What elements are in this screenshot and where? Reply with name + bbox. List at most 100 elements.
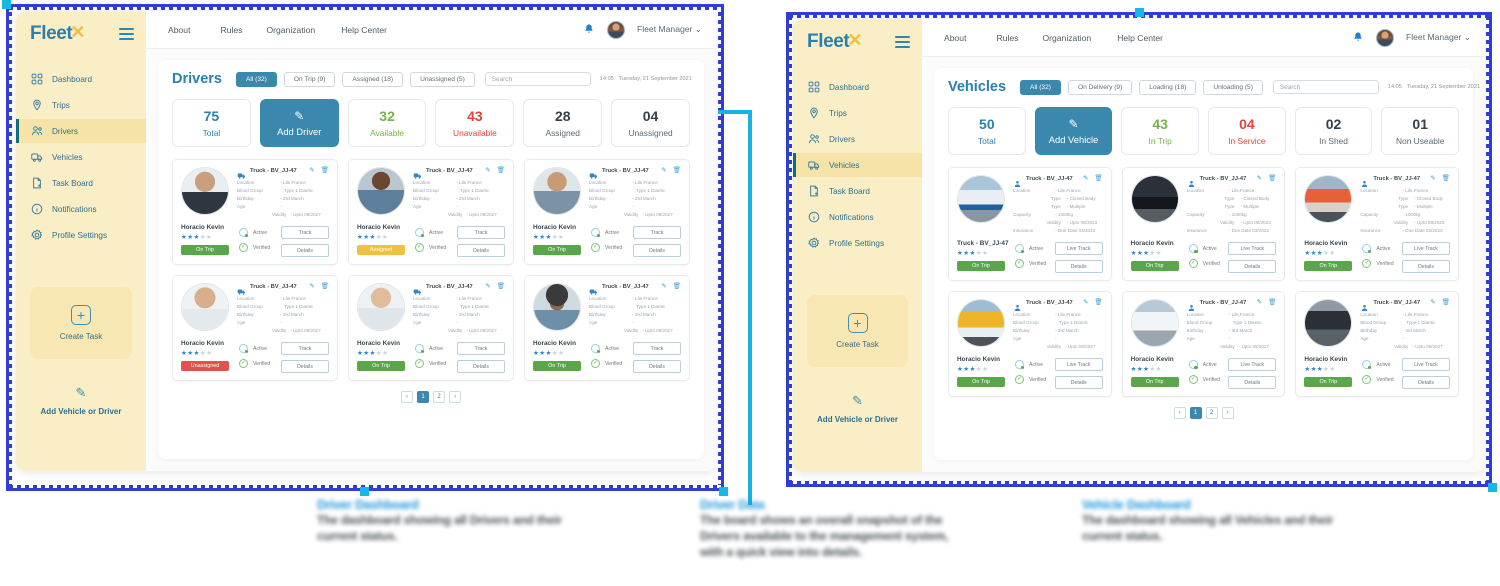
topnav-help-center[interactable]: Help Center	[1117, 33, 1187, 43]
stat-non-useable[interactable]: 01 Non Useable	[1381, 107, 1460, 155]
track-button[interactable]: Track	[457, 342, 505, 356]
edit-icon[interactable]: ✎	[1257, 299, 1262, 307]
track-button[interactable]: Track	[633, 342, 681, 356]
sidebar-item-drivers[interactable]: Drivers	[793, 127, 922, 151]
track-button[interactable]: Live Track	[1402, 242, 1450, 256]
pagination-next[interactable]: ›	[1221, 407, 1234, 420]
topnav-organization[interactable]: Organization	[1042, 33, 1117, 43]
stat-total[interactable]: 75 Total	[172, 99, 251, 147]
edit-icon[interactable]: ✎	[1430, 299, 1435, 307]
entity-card[interactable]: Truck - BV_JJ-47 ✎ 🗑 Location - Lile,France B…	[348, 159, 514, 266]
hamburger-menu-icon[interactable]	[895, 36, 910, 48]
entity-card[interactable]: Truck - BV_JJ-47 ✎ 🗑 Location - Lile,France T…	[948, 167, 1112, 282]
edit-icon[interactable]: ✎	[1083, 175, 1088, 183]
delete-icon[interactable]: 🗑	[673, 283, 681, 291]
pagination-prev[interactable]: ‹	[1173, 407, 1186, 420]
hamburger-menu-icon[interactable]	[119, 28, 134, 40]
sidebar-item-vehicles[interactable]: Vehicles	[793, 153, 922, 177]
logo[interactable]: Fleet✕	[30, 22, 85, 45]
topnav-about[interactable]: About	[944, 33, 996, 43]
pagination-prev[interactable]: ‹	[401, 391, 413, 404]
stat-available[interactable]: 32 Available	[347, 99, 427, 147]
resize-handle-right-bottom[interactable]	[1488, 483, 1497, 492]
pagination-next[interactable]: ›	[449, 391, 461, 404]
edit-icon[interactable]: ✎	[1257, 175, 1262, 183]
edit-icon[interactable]: ✎	[485, 167, 490, 175]
logo[interactable]: Fleet✕	[807, 30, 862, 53]
stat-in-trip[interactable]: 43 In Trip	[1121, 107, 1200, 155]
pagination-page-1[interactable]: 1	[417, 391, 429, 404]
avatar[interactable]	[606, 20, 625, 39]
edit-icon[interactable]: ✎	[661, 167, 666, 175]
stat-unassigned[interactable]: 04 Unassigned	[611, 99, 690, 147]
sidebar-item-profile-settings[interactable]: Profile Settings	[793, 231, 922, 255]
delete-icon[interactable]: 🗑	[673, 167, 681, 175]
chip-all[interactable]: All (32)	[235, 71, 277, 87]
entity-card[interactable]: Truck - BV_JJ-47 ✎ 🗑 Location - Lile,France B…	[948, 291, 1112, 398]
sidebar-item-dashboard[interactable]: Dashboard	[16, 67, 146, 91]
create-task-button[interactable]: + Create Task	[30, 287, 132, 359]
topnav-organization[interactable]: Organization	[266, 25, 341, 35]
topnav-rules[interactable]: Rules	[220, 25, 266, 35]
edit-icon[interactable]: ✎	[309, 283, 314, 291]
entity-card[interactable]: Truck - BV_JJ-47 ✎ 🗑 Location - Lile,France B…	[172, 275, 338, 382]
pagination-page-2[interactable]: 2	[1205, 407, 1218, 420]
edit-icon[interactable]: ✎	[1083, 299, 1088, 307]
resize-handle-left-bottom[interactable]	[719, 487, 728, 496]
bell-icon[interactable]	[1352, 31, 1364, 45]
sidebar-item-task-board[interactable]: Task Board	[16, 171, 146, 195]
pagination-page-2[interactable]: 2	[433, 391, 445, 404]
stat-total[interactable]: 50 Total	[948, 107, 1026, 155]
add-driver-button[interactable]: ✎ Add Driver	[259, 99, 339, 147]
user-menu[interactable]: Fleet Manager ⌄	[637, 24, 702, 35]
delete-icon[interactable]: 🗑	[1094, 299, 1102, 307]
user-menu[interactable]: Fleet Manager ⌄	[1406, 32, 1471, 43]
resize-handle-right-top[interactable]	[1135, 8, 1144, 17]
search-input[interactable]: Search	[484, 72, 591, 86]
track-button[interactable]: Track	[281, 342, 329, 356]
track-button[interactable]: Live Track	[1228, 242, 1277, 256]
delete-icon[interactable]: 🗑	[497, 167, 505, 175]
chip-unassigned[interactable]: Unassigned (5)	[410, 71, 475, 87]
edit-icon[interactable]: ✎	[1430, 175, 1435, 183]
chip-on-delivery[interactable]: On Delivery (9)	[1067, 79, 1133, 95]
edit-icon[interactable]: ✎	[309, 167, 314, 175]
track-button[interactable]: Track	[633, 226, 681, 240]
chip-assigned[interactable]: Assigned (18)	[342, 71, 404, 87]
avatar[interactable]	[1375, 28, 1394, 47]
sidebar-item-notifications[interactable]: Notifications	[16, 197, 146, 221]
track-button[interactable]: Track	[457, 226, 505, 240]
delete-icon[interactable]: 🗑	[321, 283, 329, 291]
sidebar-item-trips[interactable]: Trips	[793, 101, 922, 125]
chip-all[interactable]: All (32)	[1020, 79, 1061, 95]
details-button[interactable]: Details	[1054, 376, 1103, 390]
resize-handle-left-top[interactable]	[2, 0, 11, 9]
details-button[interactable]: Details	[1228, 260, 1277, 274]
details-button[interactable]: Details	[633, 244, 681, 258]
resize-handle-left-mid[interactable]	[360, 487, 369, 496]
chip-on-trip[interactable]: On Trip (9)	[283, 71, 336, 87]
delete-icon[interactable]: 🗑	[1442, 175, 1450, 183]
entity-card[interactable]: Truck - BV_JJ-47 ✎ 🗑 Location - Lile,France T…	[1121, 167, 1286, 282]
search-input[interactable]: Search	[1272, 80, 1379, 94]
topnav-rules[interactable]: Rules	[996, 33, 1042, 43]
details-button[interactable]: Details	[281, 244, 329, 258]
details-button[interactable]: Details	[1054, 260, 1103, 274]
sidebar-item-profile-settings[interactable]: Profile Settings	[16, 223, 146, 247]
track-button[interactable]: Track	[281, 226, 329, 240]
add-vehicle-or-driver-button[interactable]: ✎ Add Vehicle or Driver	[793, 393, 922, 424]
entity-card[interactable]: Truck - BV_JJ-47 ✎ 🗑 Location - Lile,France B…	[1121, 291, 1286, 398]
entity-card[interactable]: Truck - BV_JJ-47 ✎ 🗑 Location - Lile,France T…	[1295, 167, 1459, 282]
track-button[interactable]: Live Track	[1228, 358, 1277, 372]
delete-icon[interactable]: 🗑	[1268, 299, 1276, 307]
stat-unavailable[interactable]: 43 Unavailable	[435, 99, 515, 147]
entity-card[interactable]: Truck - BV_JJ-47 ✎ 🗑 Location - Lile,France B…	[524, 159, 690, 266]
details-button[interactable]: Details	[1402, 260, 1450, 274]
entity-card[interactable]: Truck - BV_JJ-47 ✎ 🗑 Location - Lile,France B…	[348, 275, 514, 382]
details-button[interactable]: Details	[457, 360, 505, 374]
delete-icon[interactable]: 🗑	[321, 167, 329, 175]
track-button[interactable]: Live Track	[1054, 242, 1103, 256]
details-button[interactable]: Details	[457, 244, 505, 258]
add-vehicle-or-driver-button[interactable]: ✎ Add Vehicle or Driver	[16, 385, 146, 416]
topnav-about[interactable]: About	[168, 25, 220, 35]
